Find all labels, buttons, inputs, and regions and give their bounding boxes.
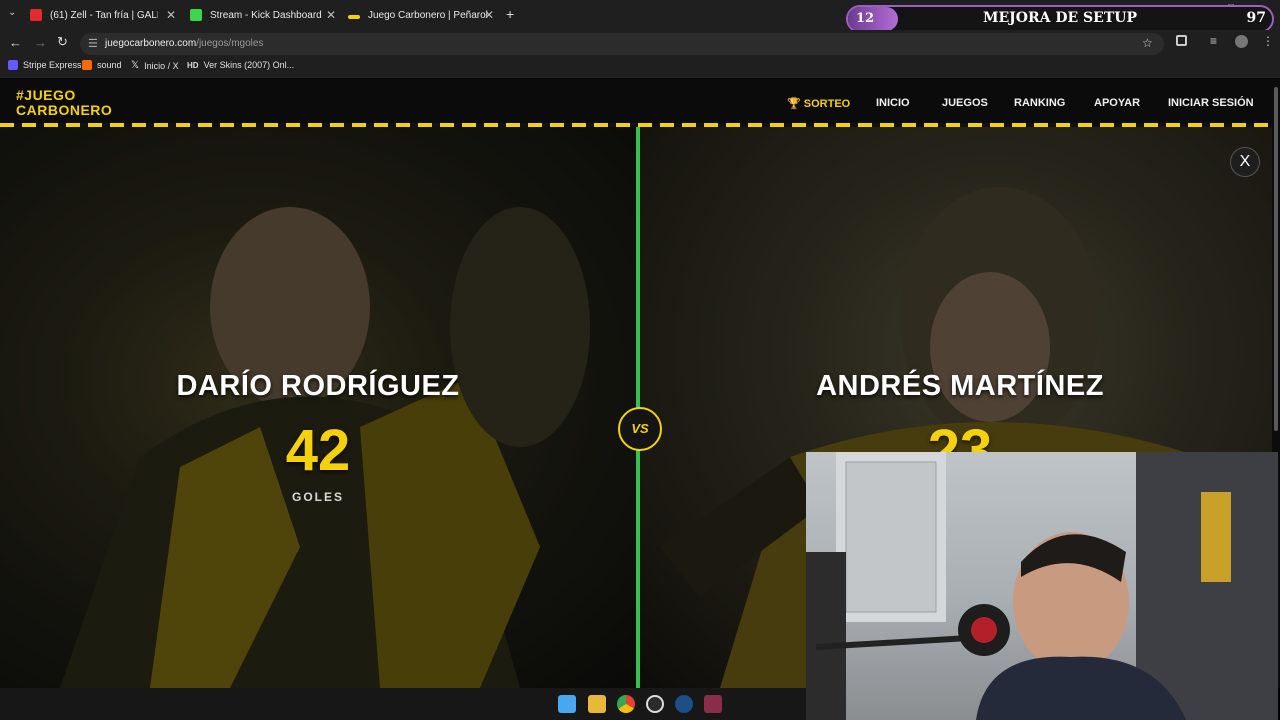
os-taskbar: [0, 688, 806, 720]
left-player-goals: 42: [285, 418, 351, 483]
tab-list-chevron-icon[interactable]: ⌄: [8, 7, 16, 18]
site-info-icon[interactable]: ☰: [88, 37, 98, 50]
close-icon[interactable]: ✕: [484, 8, 494, 22]
hd-icon: HD: [187, 60, 199, 70]
tab-title: Juego Carbonero | Peñarol: [368, 9, 488, 21]
tab-title: (61) Zell - Tan fría | GALLERY SE: [50, 9, 158, 21]
url-field[interactable]: ☰ juegocarbonero.com/juegos/mgoles ☆: [80, 33, 1164, 55]
kick-icon: [190, 9, 202, 21]
bookmark-label: Stripe Express: [23, 60, 82, 70]
reload-icon[interactable]: ↻: [57, 34, 68, 50]
bookmark-label: Inicio / X: [144, 60, 179, 71]
left-card-shade: [0, 127, 636, 688]
steam-icon[interactable]: [675, 695, 693, 713]
browser-menu-icon[interactable]: ⋮: [1262, 34, 1274, 48]
address-bar-row: ← → ↻ ☰ juegocarbonero.com/juegos/mgoles…: [0, 30, 1280, 56]
nav-ranking[interactable]: RANKING: [1014, 97, 1065, 109]
nav-label: SORTEO: [803, 98, 851, 110]
bookmark-star-icon[interactable]: ☆: [1142, 36, 1153, 50]
site-navbar: #JUEGO CARBONERO 🏆 SORTEO INICIO JUEGOS …: [0, 79, 1280, 127]
overlay-title: MEJORA DE SETUP: [983, 10, 1137, 26]
soundcloud-icon: [82, 60, 92, 70]
x-logo-icon: 𝕏: [131, 60, 140, 71]
right-player-name: ANDRÉS MARTÍNEZ: [816, 370, 1104, 402]
nav-apoyar[interactable]: APOYAR: [1094, 97, 1140, 109]
profile-avatar-icon[interactable]: [1235, 35, 1248, 48]
youtube-icon: [30, 9, 42, 21]
overlay-right-number: 97: [1246, 10, 1266, 26]
nav-juegos[interactable]: JUEGOS: [942, 97, 988, 109]
forward-arrow-icon[interactable]: →: [34, 35, 47, 50]
trophy-icon: 🏆: [787, 98, 801, 110]
back-arrow-icon[interactable]: ←: [9, 35, 22, 50]
vs-badge: VS: [618, 407, 662, 451]
chrome-icon[interactable]: [617, 695, 635, 713]
vpn-shield-icon[interactable]: [704, 695, 722, 713]
stream-goal-overlay: 12 MEJORA DE SETUP 97: [846, 5, 1274, 33]
extensions-icon[interactable]: [1176, 35, 1187, 46]
tab-title: Stream - Kick Dashboard: [210, 9, 322, 21]
file-explorer-icon[interactable]: [588, 695, 606, 713]
bookmark-x[interactable]: 𝕏 Inicio / X: [131, 60, 179, 71]
bookmarks-bar: Stripe Express sound 𝕏 Inicio / X HD Ver…: [0, 56, 1280, 78]
left-player-name: DARÍO RODRÍGUEZ: [176, 370, 460, 402]
logo-line-1: #JUEGO: [16, 87, 76, 103]
bookmark-ver-skins[interactable]: HD Ver Skins (2007) Onl...: [187, 60, 294, 70]
url-domain: juegocarbonero.com: [105, 38, 197, 49]
left-player-card[interactable]: DARÍO RODRÍGUEZ 42 GOLES: [0, 127, 636, 688]
bookmark-stripe-express[interactable]: Stripe Express: [8, 60, 82, 70]
nav-sorteo[interactable]: 🏆 SORTEO: [787, 97, 850, 110]
close-game-button[interactable]: X: [1230, 147, 1260, 177]
close-icon[interactable]: ✕: [166, 8, 176, 22]
streamer-webcam: [806, 452, 1278, 720]
stripe-icon: [8, 60, 18, 70]
site-favicon-icon: [348, 15, 360, 19]
bookmark-label: Ver Skins (2007) Onl...: [203, 60, 295, 70]
webcam-image: [806, 452, 1278, 720]
bookmark-sound[interactable]: sound: [82, 60, 122, 70]
tab-juego-carbonero[interactable]: Juego Carbonero | Peñarol ✕: [348, 3, 494, 27]
new-tab-button[interactable]: +: [506, 6, 514, 22]
obs-icon[interactable]: [646, 695, 664, 713]
url-text: juegocarbonero.com/juegos/mgoles: [105, 38, 263, 49]
close-icon[interactable]: ✕: [326, 8, 336, 22]
bookmark-label: sound: [97, 60, 122, 70]
tab-youtube[interactable]: (61) Zell - Tan fría | GALLERY SE ✕: [30, 3, 176, 27]
nav-iniciar-sesion[interactable]: INICIAR SESIÓN: [1168, 97, 1254, 109]
site-logo[interactable]: #JUEGO CARBONERO: [16, 88, 112, 118]
logo-line-2: CARBONERO: [16, 102, 113, 118]
scrollbar-thumb[interactable]: [1274, 87, 1278, 431]
tab-kick[interactable]: Stream - Kick Dashboard ✕: [190, 3, 336, 27]
media-control-icon[interactable]: ≡: [1210, 34, 1217, 48]
left-goals-label: GOLES: [291, 490, 344, 504]
windows-start-icon[interactable]: [558, 695, 576, 713]
url-path: /juegos/mgoles: [196, 38, 264, 49]
nav-inicio[interactable]: INICIO: [876, 97, 910, 109]
